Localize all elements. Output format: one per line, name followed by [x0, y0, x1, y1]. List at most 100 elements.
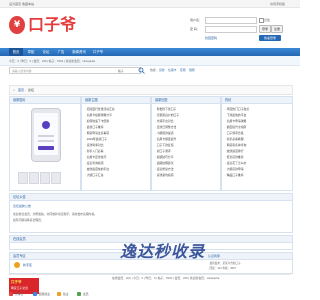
- list-item[interactable]: · 分期平台对比: [155, 119, 203, 123]
- list-item[interactable]: · 征信修复方法: [155, 167, 203, 171]
- list-item[interactable]: · 大额口子汇总: [85, 173, 133, 177]
- panel-title: 热帖: [222, 97, 292, 104]
- search-icon[interactable]: [138, 67, 145, 74]
- list-item[interactable]: · 口子测评合集: [225, 131, 273, 135]
- set-homepage-link[interactable]: 设为首页: [9, 2, 21, 6]
- member-icon: [77, 292, 81, 296]
- panel-title: 论坛公告: [10, 194, 292, 201]
- list-item[interactable]: · 下款最快的平台: [225, 113, 273, 117]
- thumbnail[interactable]: [29, 172, 39, 184]
- home-icon[interactable]: ⌂: [13, 88, 15, 92]
- search-bar: 请输入搜索内容 帖子 热搜： 贷款 信用卡 花呗 借呗: [0, 65, 300, 75]
- ad-line: 网贷口子交流: [11, 286, 28, 290]
- nav-item-ads[interactable]: 广告: [54, 48, 68, 56]
- thumbnail[interactable]: [51, 172, 61, 184]
- hot-search-item[interactable]: 花呗: [180, 68, 186, 72]
- panel-title: 最新主题: [82, 97, 150, 104]
- hot-search-item[interactable]: 信用卡: [168, 68, 176, 72]
- screen-line: [38, 140, 54, 142]
- list-item[interactable]: · 信用卡提额攻略分享: [85, 113, 133, 117]
- password-input[interactable]: [205, 26, 257, 33]
- register-button[interactable]: 注册: [271, 25, 283, 33]
- username-label: 用户名：: [190, 18, 203, 22]
- group-right-line: · 回复：123 查看：4567: [208, 267, 236, 270]
- logo-text[interactable]: 口子爷: [28, 16, 76, 34]
- breadcrumb-current: 论坛: [28, 88, 35, 92]
- list-item[interactable]: · 精品口子推荐: [225, 173, 273, 177]
- list-item[interactable]: · 新手必看教程: [225, 137, 273, 141]
- quick-login-button[interactable]: 快速登录: [259, 35, 281, 41]
- hot-search-item[interactable]: 借呗: [189, 68, 195, 72]
- list-item[interactable]: · 小额借款渠道: [155, 131, 203, 135]
- announcement-subtitle[interactable]: 论坛最新公告: [13, 204, 31, 208]
- stats-bar: 在线会员：2(0) | 今日：0 | 昨日：0 | 帖子：5231 | 会员：2…: [9, 274, 291, 282]
- list-item[interactable]: · 额度提升全指南: [225, 125, 273, 129]
- nav-item-home[interactable]: 首页: [9, 48, 23, 56]
- bookmark-link[interactable]: 收藏本站: [22, 2, 34, 6]
- logo-mark-glyph: ¥: [13, 20, 21, 30]
- list-item[interactable]: · 网贷黑名单查询: [225, 143, 273, 147]
- list-item[interactable]: · 2023年最新口子: [85, 137, 133, 141]
- announcement-line: 欢迎各位会员，文明发帖，共同维护论坛秩序，请勿发布违规内容。: [13, 212, 97, 216]
- breadcrumb: ⌂ 首页 › 论坛: [9, 85, 293, 95]
- search-input[interactable]: 请输入搜索内容 帖子: [9, 67, 141, 74]
- hot-search-label: 热搜：: [150, 68, 159, 72]
- list-item[interactable]: · 信用卡额度提升: [155, 137, 203, 141]
- list-item[interactable]: · 无视黑白户的口子: [155, 113, 203, 117]
- list-item[interactable]: · 信用卡还款技巧: [85, 155, 133, 159]
- password-label: 密 码：: [190, 27, 200, 31]
- list-item[interactable]: · 逾期处理建议: [155, 161, 203, 165]
- latest-replies-panel: 最新回复 · 秒批秒下款口子 · 无视黑白户的口子 · 分期平台对比 · 还款日…: [151, 96, 221, 191]
- list-item[interactable]: · 最新口子推荐: [85, 125, 133, 129]
- list-item[interactable]: · 贷款利率对比: [85, 143, 133, 147]
- thumbnail[interactable]: [18, 172, 28, 184]
- list-item[interactable]: · 如何快速下卡经验: [85, 119, 133, 123]
- top-bar: 设为首页 收藏本站 访问手机版: [0, 0, 300, 8]
- nav-item-forum[interactable]: 论坛: [39, 48, 53, 56]
- list-item[interactable]: · 贷款避坑指南: [155, 173, 203, 177]
- login-button[interactable]: 登录: [259, 25, 271, 33]
- list-item[interactable]: · 新手入门必看: [85, 149, 133, 153]
- mobile-link[interactable]: 访问手机版: [270, 2, 285, 6]
- announcement-panel: 论坛公告 论坛最新公告 欢迎各位会员，文明发帖，共同维护论坛秩序，请勿发布违规内…: [9, 193, 293, 233]
- list-item[interactable]: · 放款速度快的平台: [85, 167, 133, 171]
- list-item[interactable]: · 提额技巧分享: [155, 155, 203, 159]
- search-placeholder: 请输入搜索内容: [12, 69, 32, 73]
- group-right-line[interactable]: · 最新发布：某某平台新口子: [208, 261, 241, 265]
- nav-item-kouziye[interactable]: 口子爷: [90, 48, 106, 56]
- list-item[interactable]: · 招商银行优惠活动汇总: [85, 107, 133, 111]
- list-item[interactable]: · 大额贷款申请: [225, 167, 273, 171]
- list-item[interactable]: · 网贷申请注意事项: [85, 131, 133, 135]
- hot-search-item[interactable]: 贷款: [159, 68, 165, 72]
- list-item[interactable]: · 还款日调整方法: [155, 125, 203, 129]
- nav-item-news[interactable]: 新闻资讯: [69, 48, 89, 56]
- group-right-title[interactable]: 认证商家: [208, 254, 220, 258]
- breadcrumb-home[interactable]: 首页: [18, 88, 24, 92]
- phone-screen: [34, 113, 58, 155]
- ad-line: 口子爷: [11, 280, 22, 284]
- screen-button: [38, 146, 54, 150]
- list-item[interactable]: · 年度热门口子盘点: [225, 107, 273, 111]
- phone-image[interactable]: [31, 108, 61, 162]
- remember-label: 记住: [264, 18, 271, 22]
- hot-posts-panel: 热帖 · 年度热门口子盘点 · 下款最快的平台 · 信用卡申请攻略 · 额度提升…: [221, 96, 293, 191]
- nav-item-guide[interactable]: 导航: [24, 48, 38, 56]
- group-icon: [14, 262, 20, 268]
- panel-title: 最新回复: [152, 97, 220, 104]
- list-item[interactable]: · 秒批秒下款口子: [155, 107, 203, 111]
- main-nav: 首页 导航 论坛 广告 新闻资讯 口子爷: [0, 48, 300, 56]
- list-item[interactable]: · 口子下款反馈: [155, 143, 203, 147]
- thumbnail[interactable]: [40, 172, 50, 184]
- username-input[interactable]: [205, 17, 257, 24]
- list-item[interactable]: · 信用卡申请攻略: [225, 119, 273, 123]
- list-item[interactable]: · 征信花了怎么办: [225, 161, 273, 165]
- list-item[interactable]: · 低息贷款推荐: [225, 155, 273, 159]
- list-item[interactable]: · 放款速度排行: [225, 149, 273, 153]
- legend-label: 管理员: [15, 292, 24, 296]
- forgot-password-link[interactable]: 找回密码: [205, 36, 217, 40]
- list-item[interactable]: · 征信查询指南: [85, 161, 133, 165]
- search-scope-select[interactable]: 帖子: [118, 69, 124, 73]
- logo-icon[interactable]: ¥: [9, 16, 25, 34]
- list-item[interactable]: · 新口子测评: [155, 149, 203, 153]
- group-link[interactable]: 新手区: [23, 263, 32, 267]
